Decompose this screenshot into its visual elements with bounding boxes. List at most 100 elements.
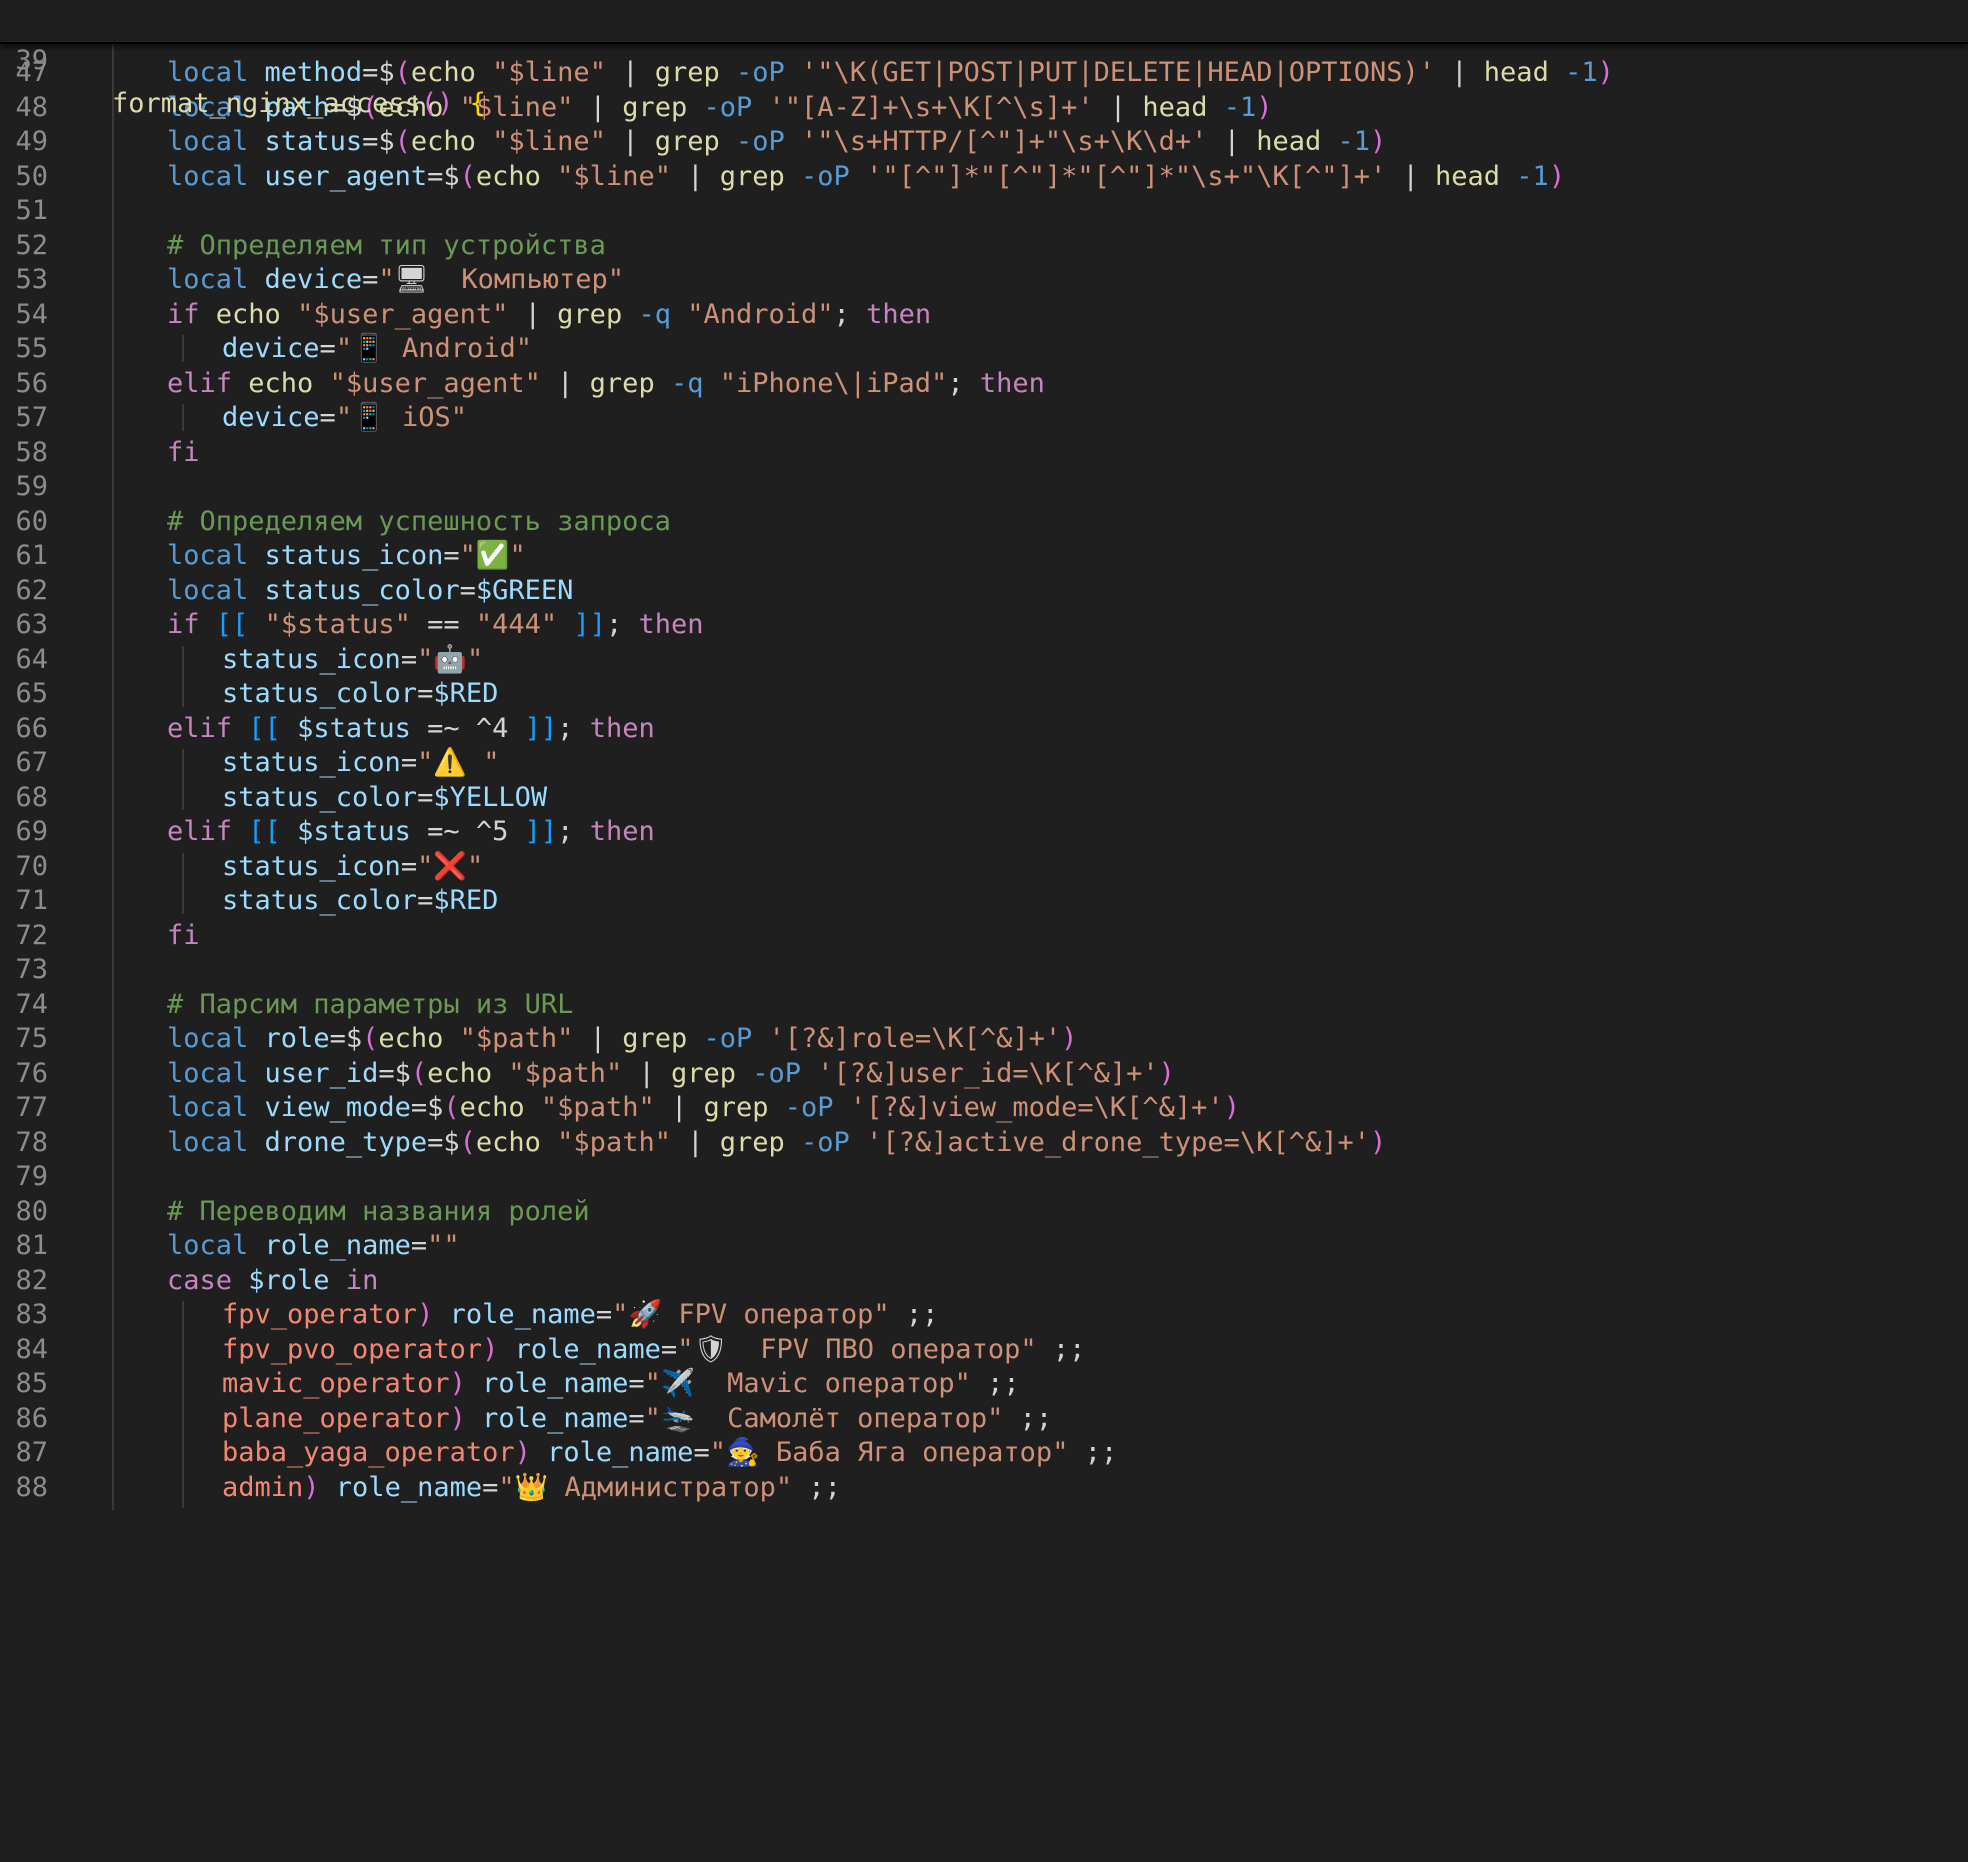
code-token: then [589,712,655,744]
code-token: " [466,850,484,882]
code-token: "$user_agent" [329,367,541,399]
emoji-icon: 🚀 [628,1299,663,1330]
code-token: = [628,1368,645,1399]
code-token: iOS" [385,402,467,433]
code-token: = [319,333,336,364]
code-token: "$path" [508,1057,623,1089]
code-token: elif [167,367,249,399]
code-token: $RED [433,885,499,916]
code-token: in [329,1264,379,1296]
code-token: [[ [215,609,265,640]
code-token: role_name [482,1368,629,1399]
code-token: device [264,264,363,295]
code-line[interactable]: 88 admin) role_name="👑 Администратор" ;; [0,1466,1968,1509]
code-token: status_color [264,574,460,606]
code-token: ) [482,1333,515,1365]
line-number: 88 [15,1471,48,1503]
code-token: status_icon [222,643,401,675]
code-token: '"\K(GET|POST|PUT|DELETE|HEAD|OPTIONS)' [801,57,1436,88]
code-token: ) [417,1299,450,1330]
code-token: " [612,1299,629,1330]
code-token: | [573,91,623,123]
code-token: ; [557,712,590,744]
code-token: role_name [449,1299,596,1330]
code-token: = [660,1333,678,1365]
code-token: echo [248,367,330,399]
code-token: = [400,643,418,675]
code-token: then [638,609,704,640]
code-token: "$path" [459,1023,574,1054]
code-token: ]] [557,609,606,640]
code-token: "" [427,1230,460,1261]
code-token: ) [449,1402,483,1434]
code-token: status_icon [222,747,401,778]
code-token: =$ [410,1092,444,1123]
code-token: role_name [514,1333,661,1365]
code-token: ) [514,1437,548,1468]
code-token: "Android" [687,298,834,330]
emoji-icon: ⚠️ [433,747,467,778]
code-token: grep [719,160,802,192]
code-token: { [469,88,486,119]
code-token: Android" [385,333,533,364]
emoji-icon: 🛬 [660,1402,695,1434]
code-token: =~ ^4 [410,712,525,744]
code-token: status_icon [222,850,401,882]
sticky-scroll-header[interactable]: 39 format_nginx_access() { [0,0,1968,119]
code-token: -1 [1516,160,1549,192]
code-token: -oP [784,1092,850,1123]
code-token: -1 [1223,91,1257,123]
code-token: " [378,264,395,295]
code-token: -oP [736,57,802,88]
code-token: user_agent [264,160,428,192]
code-token: | [1435,57,1484,88]
code-token: ; [605,609,639,640]
code-token: drone_type [264,1126,428,1158]
code-token: role_name [264,1230,411,1261]
code-token: ) [1223,1092,1240,1123]
code-token: | [605,57,655,88]
code-token: '[?&]view_mode=\K[^&]+' [849,1092,1224,1123]
code-token: | [605,126,655,157]
code-token: plane_operator [222,1402,450,1434]
code-token: ( [394,126,411,157]
code-token: head [1435,160,1517,192]
code-token: then [589,816,655,847]
code-token: ;; [889,1299,939,1330]
code-token: ) [1158,1057,1175,1089]
code-token: then [979,367,1045,399]
code-token: " [459,540,476,571]
code-token: "$line" [492,126,606,157]
code-token: format_nginx_access [112,88,421,119]
code-token: | [540,367,590,399]
code-token: local [167,160,265,192]
code-token: | [1207,126,1257,157]
emoji-icon: 🧙 [725,1437,760,1468]
code-token: role_name [547,1437,694,1468]
code-token: ]] [524,712,558,744]
code-token: =$ [362,126,395,157]
code-token: head [1142,91,1224,123]
code-token: grep [589,367,671,399]
code-token: grep [654,57,737,88]
code-token: '[?&]active_drone_type=\K[^&]+' [866,1126,1370,1158]
code-token: = [482,1471,499,1503]
code-token: = [410,1230,428,1261]
code-token: role_name [335,1471,483,1503]
emoji-icon: 👑 [514,1471,549,1503]
code-token: ;; [970,1368,1020,1399]
code-token: " [644,1402,661,1434]
sticky-line[interactable]: 39 format_nginx_access() { [0,0,1968,119]
code-token: ) [303,1471,336,1503]
code-token: =$ [378,1057,411,1089]
emoji-icon: 📱 [352,402,386,433]
code-token: -oP [801,160,867,192]
code-token: | [670,1126,720,1158]
code-token: grep [622,1023,704,1054]
code-token: ( [410,1057,428,1089]
code-token: = [417,885,434,916]
code-token: grep [703,1092,785,1123]
code-token: local [167,126,265,157]
code-token: local [167,1126,265,1158]
code-token: $GREEN [475,574,574,606]
